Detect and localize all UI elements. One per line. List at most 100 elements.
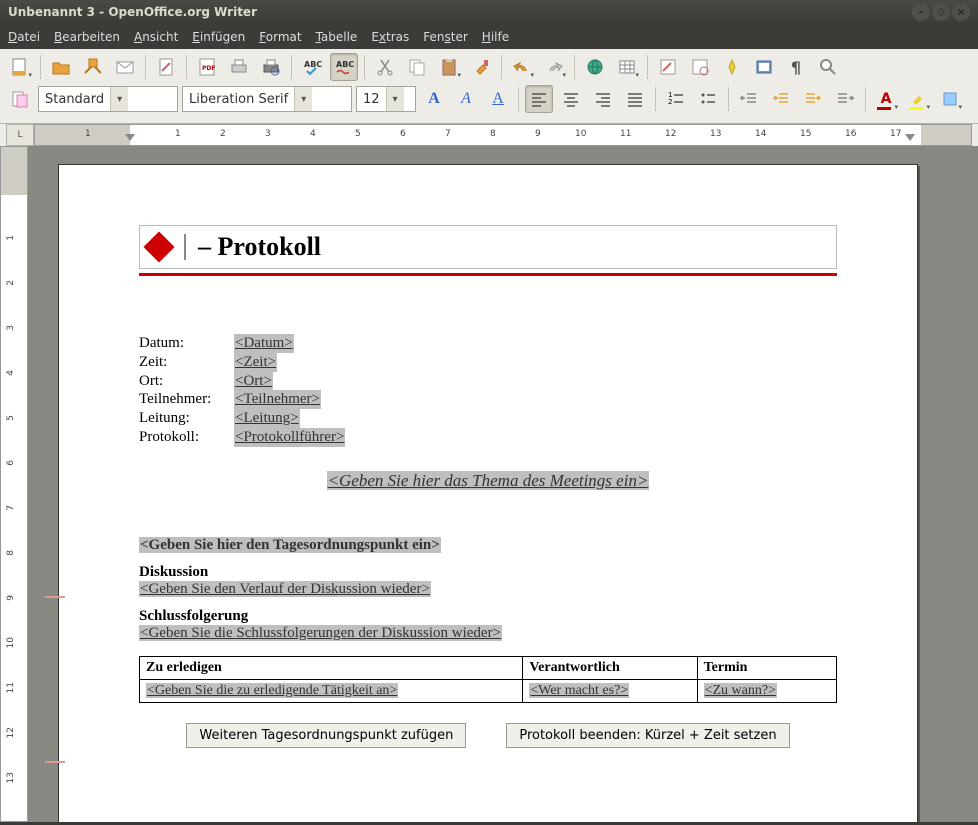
change-marker-icon — [45, 761, 65, 763]
placeholder-datum[interactable]: <Datum> — [234, 334, 294, 353]
decrease-indent-rtl-button[interactable] — [831, 85, 859, 113]
conclusion-heading[interactable]: Schlussfolgerung — [139, 608, 837, 625]
menu-help[interactable]: Hilfe — [482, 30, 509, 44]
italic-button[interactable]: A — [452, 85, 480, 113]
undo-button[interactable]: ▾ — [508, 53, 536, 81]
menu-edit[interactable]: Bearbeiten — [54, 30, 120, 44]
toolbar-area: ▾ PDF ABC ABC ▾ ▾ ▾ ▾ ¶ Standard▾ — [0, 49, 978, 124]
nonprinting-button[interactable]: ¶ — [782, 53, 810, 81]
meta-block[interactable]: Datum:<Datum> Zeit:<Zeit> Ort:<Ort> Teil… — [139, 334, 837, 447]
bold-button[interactable]: A — [420, 85, 448, 113]
pdf-export-button[interactable]: PDF — [193, 53, 221, 81]
bg-color-button[interactable]: ▾ — [936, 85, 964, 113]
window-titlebar: Unbenannt 3 - OpenOffice.org Writer – ◇ … — [0, 0, 978, 24]
gallery-button[interactable] — [750, 53, 778, 81]
show-draw-button[interactable] — [654, 53, 682, 81]
paste-button[interactable]: ▾ — [435, 53, 463, 81]
table-row: Zu erledigen Verantwortlich Termin — [140, 656, 837, 679]
meta-label: Leitung: — [139, 409, 234, 428]
placeholder-responsible[interactable]: <Wer macht es?> — [529, 683, 629, 698]
menu-table[interactable]: Tabelle — [316, 30, 358, 44]
new-button[interactable]: ▾ — [6, 53, 34, 81]
increase-indent-button[interactable] — [767, 85, 795, 113]
placeholder-deadline[interactable]: <Zu wann?> — [704, 683, 777, 698]
save-button[interactable] — [79, 53, 107, 81]
align-justify-button[interactable] — [621, 85, 649, 113]
title-underline — [139, 273, 837, 276]
placeholder-protokoll[interactable]: <Protokollführer> — [234, 428, 345, 447]
placeholder-discussion[interactable]: <Geben Sie den Verlauf der Diskussion wi… — [139, 581, 431, 597]
meta-label: Ort: — [139, 372, 234, 391]
hyperlink-button[interactable] — [581, 53, 609, 81]
meta-label: Zeit: — [139, 353, 234, 372]
horizontal-ruler[interactable]: 1 12 34 56 78 910 1112 1314 1516 17 — [34, 124, 972, 146]
placeholder-conclusion[interactable]: <Geben Sie die Schlussfolgerungen der Di… — [139, 625, 502, 641]
format-paintbrush-button[interactable] — [467, 53, 495, 81]
svg-text:ABC: ABC — [304, 60, 322, 69]
todo-table[interactable]: Zu erledigen Verantwortlich Termin <Gebe… — [139, 656, 837, 703]
menu-extras[interactable]: Extras — [371, 30, 409, 44]
email-button[interactable] — [111, 53, 139, 81]
meta-label: Teilnehmer: — [139, 390, 234, 409]
bullets-button[interactable] — [694, 85, 722, 113]
open-button[interactable] — [47, 53, 75, 81]
table-header[interactable]: Zu erledigen — [140, 656, 523, 679]
font-size-combo[interactable]: 12▾ — [356, 86, 416, 112]
table-header[interactable]: Termin — [697, 656, 836, 679]
discussion-heading[interactable]: Diskussion — [139, 564, 837, 581]
font-color-button[interactable]: A▾ — [872, 85, 900, 113]
decrease-indent-button[interactable] — [735, 85, 763, 113]
placeholder-teilnehmer[interactable]: <Teilnehmer> — [234, 390, 321, 409]
window-close-button[interactable]: × — [952, 3, 970, 21]
diamond-icon — [143, 231, 174, 262]
placeholder-agenda-point[interactable]: <Geben Sie hier den Tagesordnungspunkt e… — [139, 537, 441, 553]
window-minimize-button[interactable]: – — [912, 3, 930, 21]
meta-label: Datum: — [139, 334, 234, 353]
menu-insert[interactable]: Einfügen — [192, 30, 245, 44]
svg-text:2: 2 — [668, 98, 672, 106]
placeholder-ort[interactable]: <Ort> — [234, 372, 273, 391]
edit-doc-button[interactable] — [152, 53, 180, 81]
vertical-ruler[interactable]: 12 34 56 78 910 1112 13 — [0, 146, 28, 822]
align-left-button[interactable] — [525, 85, 553, 113]
document-area[interactable]: – Protokoll Datum:<Datum> Zeit:<Zeit> Or… — [28, 146, 978, 822]
add-agenda-point-button[interactable]: Weiteren Tagesordnungspunkt zufügen — [186, 723, 466, 748]
menu-format[interactable]: Format — [259, 30, 301, 44]
table-button[interactable]: ▾ — [613, 53, 641, 81]
svg-text:PDF: PDF — [202, 65, 215, 72]
placeholder-todo[interactable]: <Geben Sie die zu erledigende Tätigkeit … — [146, 683, 398, 698]
font-name-combo[interactable]: Liberation Serif▾ — [182, 86, 352, 112]
menu-window[interactable]: Fenster — [423, 30, 468, 44]
redo-button[interactable]: ▾ — [540, 53, 568, 81]
increase-indent-rtl-button[interactable] — [799, 85, 827, 113]
numbering-button[interactable]: 12 — [662, 85, 690, 113]
title-frame[interactable]: – Protokoll — [139, 225, 837, 269]
copy-button[interactable] — [403, 53, 431, 81]
doc-title[interactable]: – Protokoll — [198, 232, 321, 262]
page[interactable]: – Protokoll Datum:<Datum> Zeit:<Zeit> Or… — [58, 164, 918, 822]
placeholder-leitung[interactable]: <Leitung> — [234, 409, 300, 428]
finish-protocol-button[interactable]: Protokoll beenden: Kürzel + Zeit setzen — [506, 723, 789, 748]
svg-text:ABC: ABC — [336, 60, 354, 69]
highlight-color-button[interactable]: ▾ — [904, 85, 932, 113]
underline-button[interactable]: A — [484, 85, 512, 113]
formatting-toolbar: Standard▾ Liberation Serif▾ 12▾ A A A 12… — [6, 85, 972, 113]
zoom-button[interactable] — [814, 53, 842, 81]
window-maximize-button[interactable]: ◇ — [932, 3, 950, 21]
autospellcheck-button[interactable]: ABC — [330, 53, 358, 81]
navigator-button[interactable] — [718, 53, 746, 81]
cut-button[interactable] — [371, 53, 399, 81]
styles-button[interactable] — [6, 85, 34, 113]
spellcheck-button[interactable]: ABC — [298, 53, 326, 81]
paragraph-style-combo[interactable]: Standard▾ — [38, 86, 178, 112]
menu-file[interactable]: DDateiatei — [8, 30, 40, 44]
align-right-button[interactable] — [589, 85, 617, 113]
menu-view[interactable]: Ansicht — [134, 30, 178, 44]
find-replace-button[interactable] — [686, 53, 714, 81]
table-header[interactable]: Verantwortlich — [523, 656, 697, 679]
placeholder-zeit[interactable]: <Zeit> — [234, 353, 277, 372]
print-direct-button[interactable] — [225, 53, 253, 81]
print-preview-button[interactable] — [257, 53, 285, 81]
align-center-button[interactable] — [557, 85, 585, 113]
placeholder-theme[interactable]: <Geben Sie hier das Thema des Meetings e… — [327, 471, 650, 490]
